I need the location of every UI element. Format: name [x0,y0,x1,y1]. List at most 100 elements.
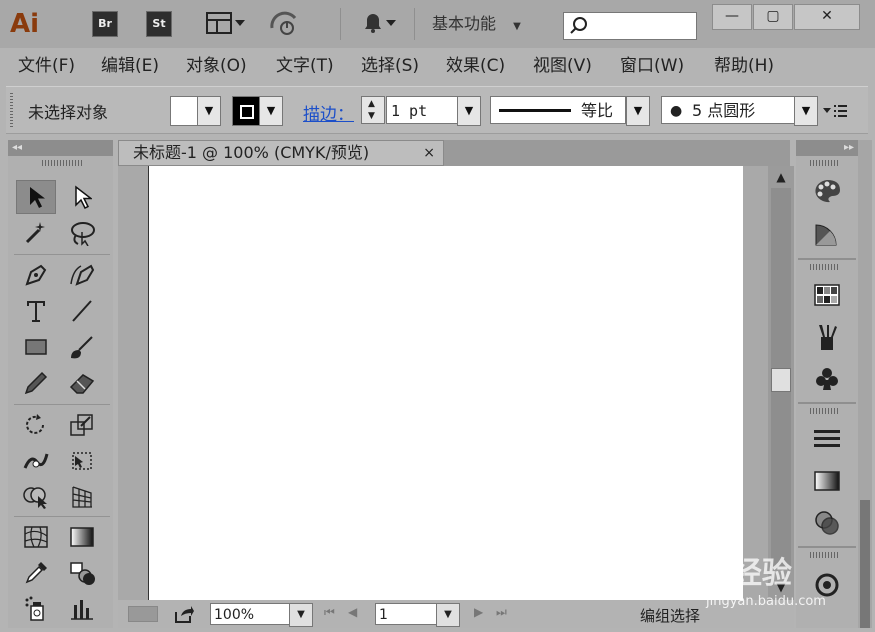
pen-tool[interactable] [16,258,56,292]
dock-scroll-thumb[interactable] [860,500,870,628]
dock-grip[interactable] [810,264,840,270]
color-guide-button[interactable] [808,218,846,252]
eyedropper-tool[interactable] [16,556,56,590]
artboard-dropdown[interactable]: ▼ [436,603,460,627]
arrange-documents-icon[interactable] [204,9,248,37]
close-window-button[interactable]: ✕ [794,4,860,30]
sync-settings-icon[interactable] [268,9,302,37]
color-panel-button[interactable] [808,174,846,208]
paintbrush-tool[interactable] [62,330,102,364]
stepper-down-icon[interactable]: ▼ [368,111,375,121]
menu-edit[interactable]: 编辑(E) [101,54,159,78]
scale-tool[interactable] [62,408,102,442]
column-graph-tool[interactable] [62,592,102,626]
free-transform-tool[interactable] [62,444,102,478]
panel-grip[interactable] [42,160,82,166]
brush-definition[interactable]: ● 5 点圆形 [661,96,795,124]
variable-width-profile[interactable]: 等比 [490,96,626,124]
search-help-field[interactable] [563,12,697,40]
rectangle-tool[interactable] [16,330,56,364]
stroke-dropdown[interactable]: ▼ [259,96,283,126]
scroll-up-icon[interactable]: ▲ [768,170,794,184]
control-bar-grip[interactable] [10,93,13,127]
share-icon[interactable] [174,604,194,624]
maximize-button[interactable]: ▢ [753,4,793,30]
current-tool-status[interactable]: 编组选择 [640,605,700,626]
close-document-icon[interactable]: × [423,141,435,165]
mesh-tool[interactable] [16,520,56,554]
direct-selection-tool[interactable] [62,180,102,214]
symbols-button[interactable] [808,362,846,396]
dock-grip[interactable] [810,160,840,166]
canvas-area[interactable] [118,166,768,600]
control-panel-menu-icon[interactable] [822,103,848,119]
lasso-tool[interactable] [62,216,102,250]
gpu-performance-icon[interactable] [128,606,158,622]
last-artboard-icon[interactable]: ⏭ [496,605,507,620]
panels-dock: ▸▸ [796,140,858,628]
menu-select[interactable]: 选择(S) [361,54,419,78]
stepper-up-icon[interactable]: ▲ [368,99,375,109]
minimize-button[interactable]: — [712,4,752,30]
fill-dropdown[interactable]: ▼ [197,96,221,126]
stock-button[interactable]: St [146,11,172,37]
notifications-icon[interactable] [358,9,398,37]
eraser-tool[interactable] [62,366,102,400]
curvature-pen-tool[interactable] [62,258,102,292]
vertical-scrollbar[interactable]: ▲ ▼ [768,166,794,600]
dock-scrollbar[interactable] [858,140,872,628]
rotate-tool[interactable] [16,408,56,442]
first-artboard-icon[interactable]: ⏮ [324,605,335,620]
collapse-dock-icon[interactable]: ▸▸ [796,140,858,156]
line-segment-tool[interactable] [62,294,102,328]
workspace-switcher[interactable]: 基本功能 ▼ [432,12,521,36]
menu-view[interactable]: 视图(V) [533,54,592,78]
profile-dropdown[interactable]: ▼ [626,96,650,126]
width-tool[interactable] [16,444,56,478]
previous-artboard-icon[interactable]: ◀ [348,605,357,619]
shape-builder-tool[interactable] [16,480,56,514]
stroke-panel-link[interactable]: 描边： [303,100,354,125]
stroke-panel-button[interactable] [808,422,846,456]
stroke-weight-dropdown[interactable]: ▼ [457,96,481,126]
blend-tool[interactable] [62,556,102,590]
free-transform-tool-icon [72,452,92,470]
brushes-icon [819,325,837,350]
next-artboard-icon[interactable]: ▶ [474,605,483,619]
collapse-panel-icon[interactable]: ◂◂ [8,140,113,156]
stroke-weight-input[interactable]: 1 pt [386,96,458,124]
dock-grip[interactable] [810,552,840,558]
scroll-thumb[interactable] [771,368,791,392]
artboard[interactable] [148,166,743,600]
type-tool[interactable] [16,294,56,328]
menu-type[interactable]: 文字(T) [276,54,334,78]
perspective-grid-tool[interactable] [62,480,102,514]
gradient-tool[interactable] [62,520,102,554]
selection-tool[interactable] [16,180,56,214]
menu-help[interactable]: 帮助(H) [714,54,774,78]
dock-grip[interactable] [810,408,840,414]
dock-group-separator [798,258,856,260]
search-input[interactable] [592,15,692,37]
stroke-weight-stepper[interactable]: ▲ ▼ [361,96,385,124]
brush-dropdown[interactable]: ▼ [794,96,818,126]
zoom-field[interactable]: 100% [210,603,290,625]
brushes-button[interactable] [808,320,846,354]
swatches-button[interactable] [808,278,846,312]
bridge-button[interactable]: Br [92,11,118,37]
menu-window[interactable]: 窗口(W) [620,54,684,78]
pencil-tool[interactable] [16,366,56,400]
document-tab[interactable]: 未标题-1 @ 100% (CMYK/预览) × [118,140,444,166]
transparency-panel-button[interactable] [808,506,846,540]
symbol-sprayer-tool[interactable] [16,592,56,626]
menu-effect[interactable]: 效果(C) [446,54,505,78]
magic-wand-tool[interactable] [16,216,56,250]
menu-file[interactable]: 文件(F) [18,54,75,78]
gradient-panel-button[interactable] [808,464,846,498]
search-icon [570,17,587,34]
artboard-number-field[interactable]: 1 [375,603,437,625]
zoom-dropdown[interactable]: ▼ [289,603,313,627]
stroke-swatch[interactable] [232,96,260,126]
fill-swatch[interactable] [170,96,198,126]
menu-object[interactable]: 对象(O) [186,54,247,78]
